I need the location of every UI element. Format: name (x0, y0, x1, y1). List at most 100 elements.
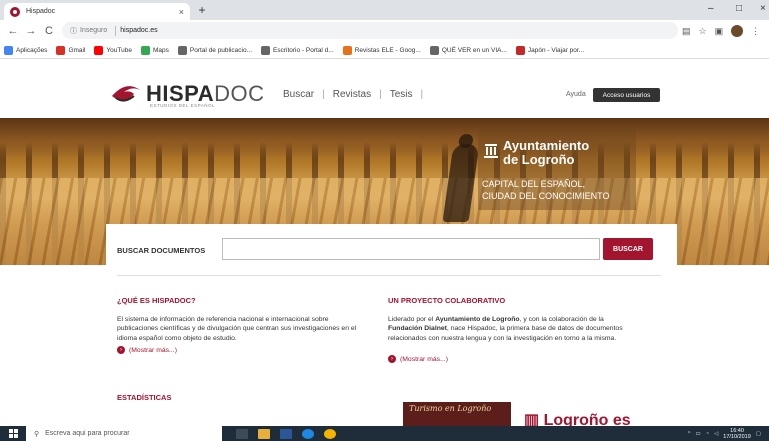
bookmark-item[interactable]: Portal de publicacio... (177, 45, 252, 55)
bookmark-icon (4, 45, 13, 55)
forward-button[interactable]: → (22, 25, 40, 37)
edge-icon[interactable] (302, 428, 314, 439)
bookmark-icon (177, 45, 187, 55)
clock-date: 17/10/2019 (723, 433, 751, 440)
search-label: BUSCAR DOCUMENTOS (117, 246, 206, 255)
bookmark-label: Maps (152, 46, 169, 54)
tab-title: Hispadoc (26, 8, 56, 15)
hero-tagline-line1: CAPITAL DEL ESPAÑOL, (482, 179, 586, 189)
search-button[interactable]: BUSCAR (603, 238, 653, 260)
bookmark-label: Escritorio - Portal d... (273, 46, 334, 54)
chrome-icon[interactable] (324, 428, 336, 439)
file-explorer-icon[interactable] (258, 428, 270, 439)
nav-revistas[interactable]: Revistas (333, 89, 371, 100)
taskbar-apps (236, 428, 336, 439)
content-divider (117, 275, 661, 276)
url-text[interactable]: hispadoc.es (120, 27, 157, 34)
security-label: Inseguro (80, 27, 108, 34)
chevron-right-icon: › (117, 346, 125, 354)
nav-separator: | (322, 89, 325, 100)
hero-title-line1: Ayuntamiento (503, 138, 590, 153)
bookmark-item[interactable]: Maps (140, 45, 169, 55)
bookmark-item[interactable]: Aplicações (4, 45, 48, 55)
profile-avatar[interactable] (731, 25, 744, 37)
project-more-label: (Mostrar más...) (400, 355, 448, 363)
bookmark-label: YouTube (106, 46, 132, 54)
back-button[interactable]: ← (4, 25, 22, 37)
translate-icon[interactable]: ▤ (682, 26, 691, 37)
bookmark-item[interactable]: Japón - Viajar por... (515, 45, 584, 55)
new-tab-button[interactable]: + (195, 3, 209, 17)
bookmark-icon (56, 45, 66, 55)
address-bar[interactable]: ⓘ Inseguro hispadoc.es (62, 22, 678, 39)
turismo-banner[interactable]: Turismo en Logroño (403, 402, 511, 426)
system-tray: ^ ▭ ◔ ◁ 16:40 17/10/2019 ▢ (688, 426, 761, 441)
hispadoc-logo[interactable]: HISPADOC ESTUDIOS DEL ESPAÑOL (110, 81, 265, 108)
info-icon[interactable]: ⓘ (70, 26, 77, 36)
help-link[interactable]: Ayuda (566, 91, 586, 98)
bookmark-label: Aplicações (16, 46, 48, 54)
nav-separator: | (420, 89, 424, 100)
menu-icon[interactable]: ⋮ (751, 26, 760, 37)
stats-title: ESTADÍSTICAS (117, 393, 172, 402)
bookmark-item[interactable]: YouTube (94, 45, 132, 55)
nav-buscar[interactable]: Buscar (283, 89, 314, 100)
project-title: UN PROYECTO COLABORATIVO (388, 296, 506, 305)
clock[interactable]: 16:40 17/10/2019 (723, 428, 751, 440)
reload-button[interactable]: C (40, 25, 58, 37)
about-more-link[interactable]: › (Mostrar más...) (117, 346, 177, 354)
browser-tab[interactable]: Hispadoc × (4, 3, 190, 20)
bookmark-icon (94, 45, 104, 55)
tab-close-icon[interactable]: × (179, 7, 184, 17)
notifications-icon[interactable]: ▢ (756, 431, 761, 437)
site-header: HISPADOC ESTUDIOS DEL ESPAÑOL Buscar | R… (0, 60, 769, 118)
network-icon[interactable]: ◔ (706, 431, 709, 437)
bookmark-star-icon[interactable]: ☆ (699, 26, 707, 37)
windows-taskbar: ⚲ Escreva aqui para procurar ^ ▭ ◔ ◁ 16:… (0, 426, 769, 441)
bookmark-icon (429, 45, 439, 55)
bookmark-item[interactable]: Escritorio - Portal d... (261, 45, 334, 55)
logo-subtitle: ESTUDIOS DEL ESPAÑOL (150, 103, 216, 108)
bookmark-item[interactable]: QUÉ VER en un VIA... (429, 45, 507, 55)
browser-tabstrip: Hispadoc × + – □ × (0, 0, 769, 20)
battery-icon[interactable]: ▭ (696, 431, 701, 437)
search-input[interactable] (222, 238, 600, 260)
about-more-label: (Mostrar más...) (129, 346, 177, 354)
browser-toolbar: ← → C ⓘ Inseguro hispadoc.es ▤ ☆ ▣ ⋮ (0, 20, 769, 42)
main-nav: Buscar | Revistas | Tesis | (283, 89, 431, 100)
hero-title-line2: de Logroño (503, 152, 575, 167)
bookmark-label: QUÉ VER en un VIA... (441, 46, 507, 54)
nav-separator: | (379, 89, 382, 100)
start-button[interactable] (0, 426, 26, 441)
search-icon: ⚲ (34, 430, 40, 438)
taskbar-search[interactable]: ⚲ Escreva aqui para procurar (26, 426, 222, 441)
project-more-link[interactable]: › (Mostrar más...) (388, 355, 448, 363)
bookmark-label: Gmail (68, 46, 86, 54)
hero-ceiling (0, 118, 769, 158)
word-icon[interactable] (280, 428, 292, 439)
chevron-up-icon[interactable]: ^ (688, 431, 691, 437)
bookmark-icon (342, 45, 352, 55)
toolbar-actions: ▤ ☆ ▣ ⋮ (682, 23, 760, 39)
bookmark-item[interactable]: Gmail (56, 45, 86, 55)
logo-text: HISPADOC (146, 81, 265, 106)
chevron-right-icon: › (388, 355, 396, 363)
turismo-banner-text: Turismo en Logroño (409, 404, 492, 413)
windows-logo-icon (8, 429, 18, 438)
close-window-button[interactable]: × (760, 3, 766, 14)
volume-icon[interactable]: ◁ (714, 431, 718, 437)
hispadoc-favicon (10, 6, 20, 17)
address-separator (115, 25, 117, 36)
logrono-promo-box[interactable]: Ayuntamiento de Logroño CAPITAL DEL ESPA… (478, 128, 636, 210)
login-button[interactable]: Acceso usuarios (593, 88, 660, 102)
minimize-button[interactable]: – (708, 3, 714, 14)
restore-button[interactable]: □ (736, 3, 742, 14)
task-view-icon[interactable] (236, 428, 248, 439)
city-hall-icon (484, 144, 498, 158)
bookmark-item[interactable]: Revistas ELE - Goog... (342, 45, 421, 55)
nav-tesis[interactable]: Tesis (390, 89, 413, 100)
logo-mark-icon (110, 82, 142, 106)
bookmark-label: Revistas ELE - Goog... (354, 46, 421, 54)
hero-tagline-line2: CIUDAD DEL CONOCIMIENTO (482, 191, 610, 201)
extension-icon[interactable]: ▣ (715, 26, 724, 37)
